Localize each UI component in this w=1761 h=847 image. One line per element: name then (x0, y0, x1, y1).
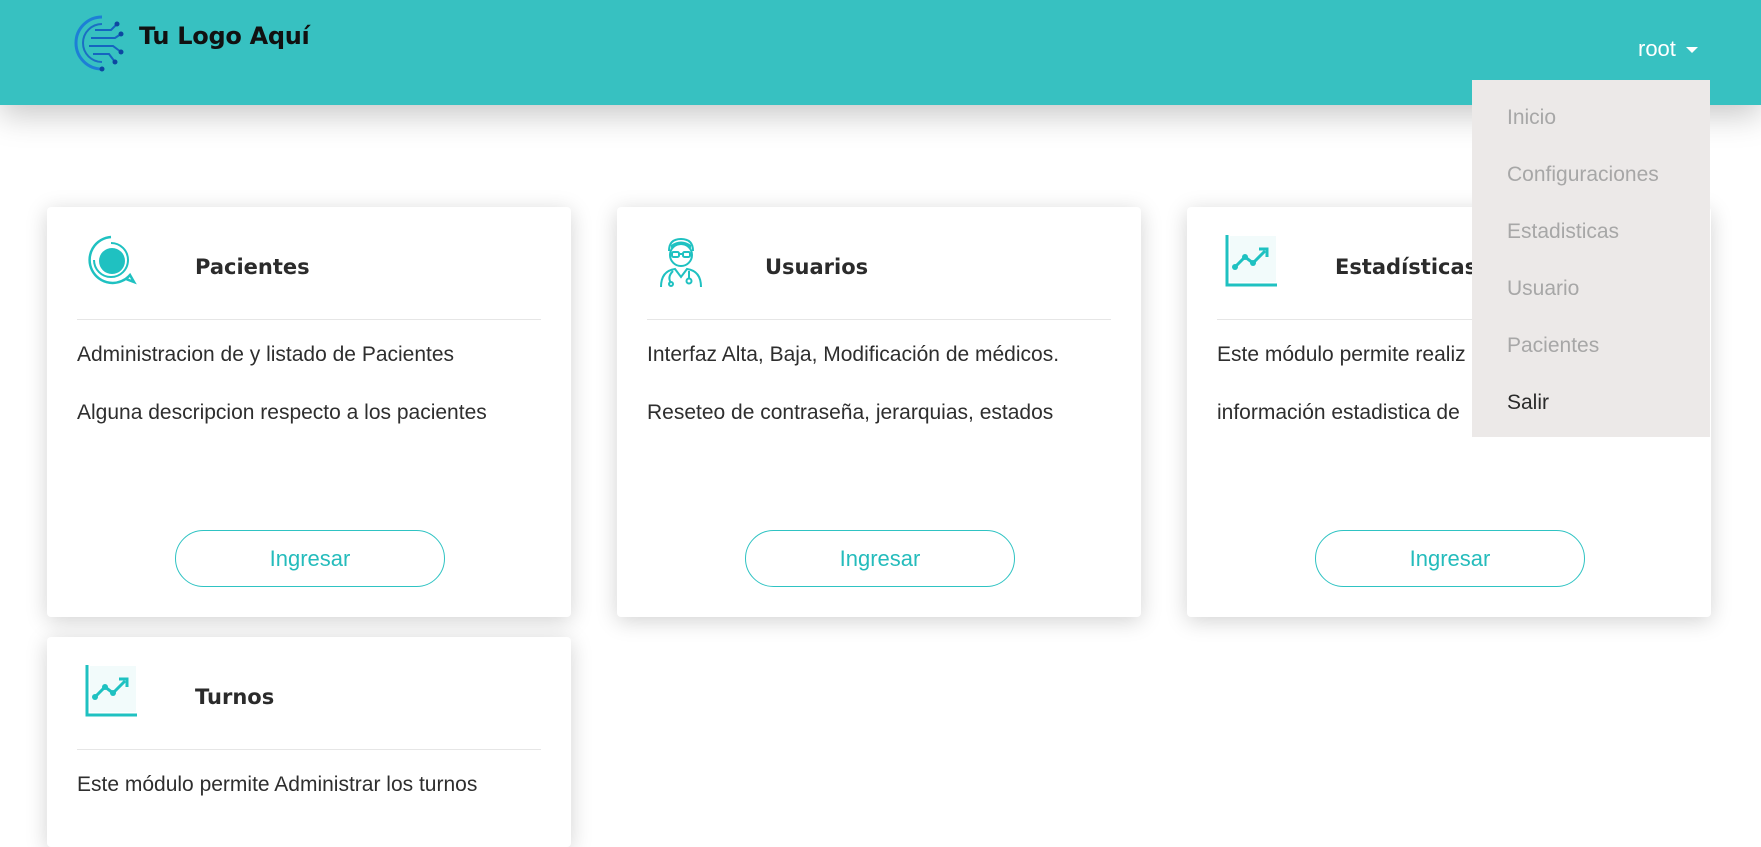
card-description: información estadistica de (1217, 401, 1460, 424)
card-description: Reseteo de contraseña, jerarquias, estad… (647, 401, 1054, 424)
card-pacientes: Pacientes Administracion de y listado de… (47, 207, 571, 617)
card-title: Pacientes (195, 255, 310, 279)
menu-item-pacientes[interactable]: Pacientes (1472, 320, 1710, 377)
card-turnos: Turnos Este módulo permite Administrar l… (47, 637, 571, 847)
card-header: Pacientes (77, 207, 541, 320)
patient-icon (88, 235, 137, 285)
card-header: Turnos (77, 637, 541, 750)
ingresar-button[interactable]: Ingresar (175, 530, 445, 587)
card-description: Alguna descripcion respecto a los pacien… (77, 401, 487, 424)
card-description: Este módulo permite Administrar los turn… (77, 773, 478, 796)
card-title: Usuarios (765, 255, 869, 279)
card-description: Interfaz Alta, Baja, Modificación de méd… (647, 343, 1060, 366)
menu-item-estadisticas[interactable]: Estadisticas (1472, 206, 1710, 263)
circuit-logo-icon (74, 15, 124, 72)
card-usuarios: Usuarios Interfaz Alta, Baja, Modificaci… (617, 207, 1141, 617)
menu-item-salir[interactable]: Salir (1472, 377, 1710, 434)
brand[interactable]: Tu Logo Aquí (71, 12, 310, 74)
menu-item-inicio[interactable]: Inicio (1472, 92, 1710, 149)
ingresar-button[interactable]: Ingresar (1315, 530, 1585, 587)
user-label: root (1638, 36, 1676, 61)
card-title: Estadísticas (1335, 255, 1478, 279)
menu-item-configuraciones[interactable]: Configuraciones (1472, 149, 1710, 206)
user-menu-toggle[interactable]: root (1638, 36, 1698, 62)
caret-down-icon (1685, 47, 1698, 53)
card-description: Administracion de y listado de Pacientes (77, 343, 455, 366)
chart-icon (1225, 235, 1277, 287)
card-description: Este módulo permite realiz (1217, 343, 1466, 366)
user-dropdown-menu: Inicio Configuraciones Estadisticas Usua… (1472, 80, 1710, 437)
chart-icon (85, 665, 137, 717)
brand-text: Tu Logo Aquí (139, 22, 310, 50)
card-header: Usuarios (647, 207, 1111, 320)
menu-item-usuario[interactable]: Usuario (1472, 263, 1710, 320)
doctor-icon (660, 237, 702, 288)
card-title: Turnos (195, 685, 275, 709)
ingresar-button[interactable]: Ingresar (745, 530, 1015, 587)
